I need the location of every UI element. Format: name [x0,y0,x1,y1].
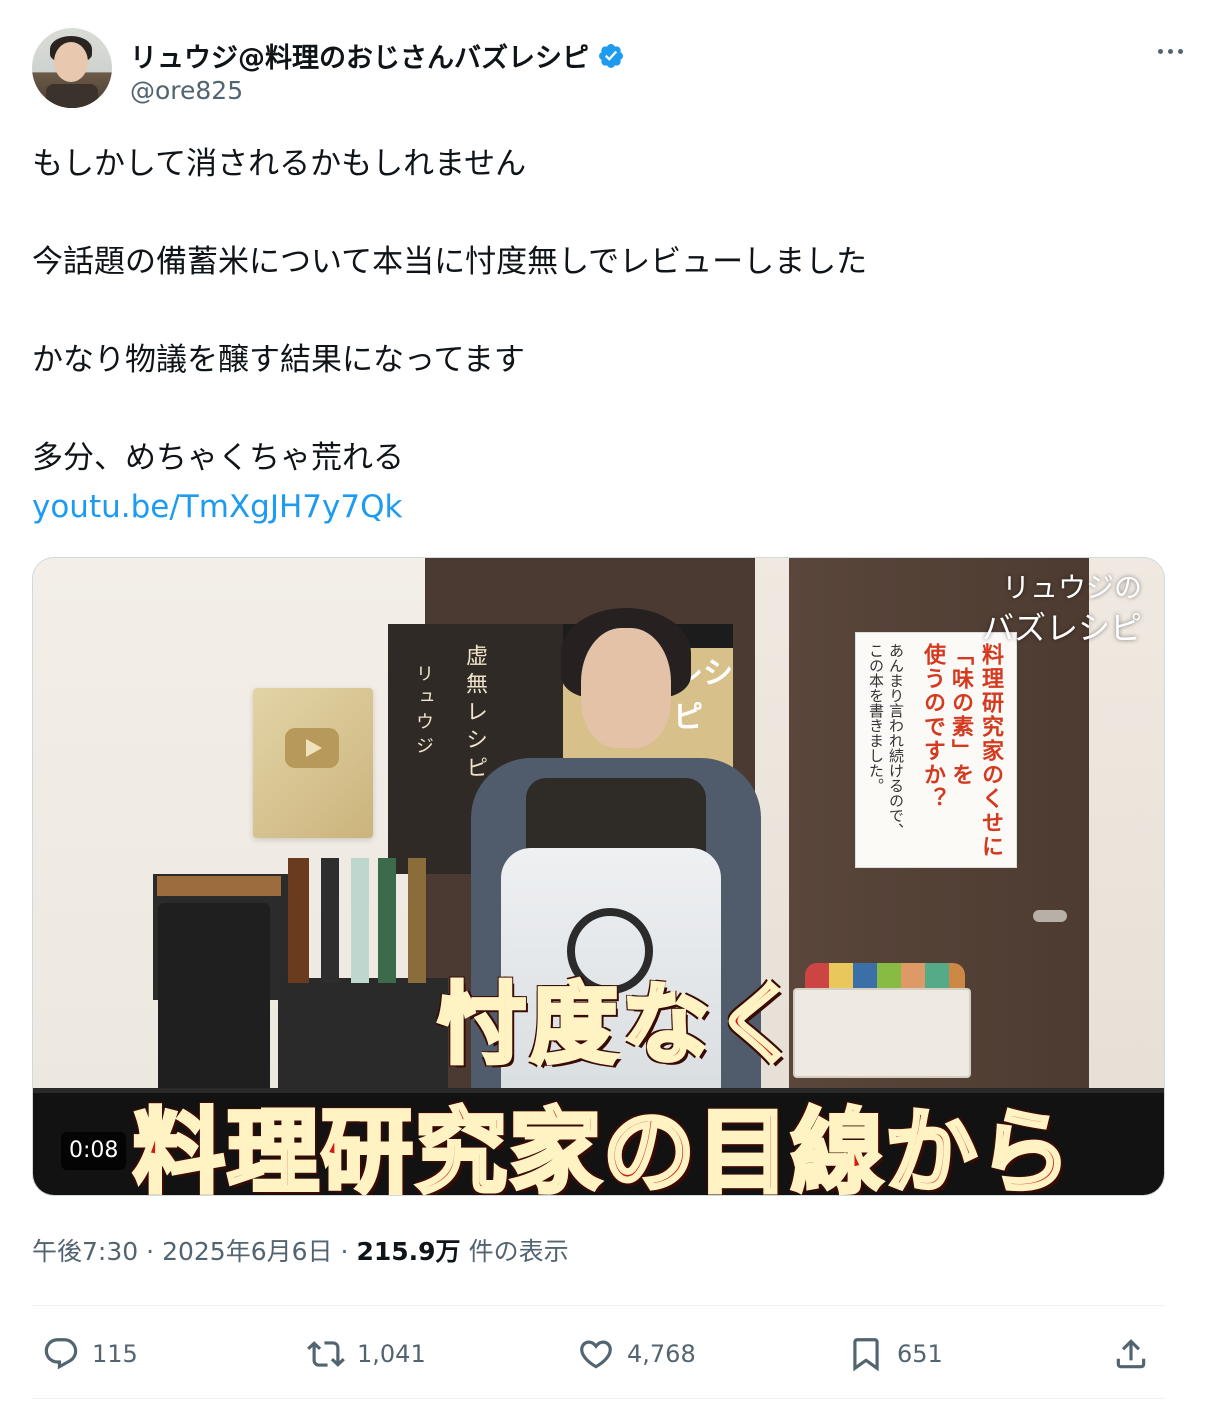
poster-line: 使うのですか？ [920,643,945,811]
watermark-line1: リュウジの [1001,571,1142,604]
divider [32,1305,1165,1306]
like-count: 4,768 [627,1340,696,1368]
meta-separator: · [340,1237,349,1266]
reply-icon [44,1338,78,1370]
basket [793,988,971,1078]
bookmark-count: 651 [897,1340,943,1368]
tweet-header: リュウジ@料理のおじさんバズレシピ @ore825 [32,28,1192,110]
more-dot [1167,48,1173,54]
bookmark-icon [853,1338,879,1372]
door-knob [1033,910,1067,922]
tweet-line-blank [32,189,1172,238]
youtube-link[interactable]: youtu.be/TmXgJH7y7Qk [32,489,402,525]
bookmark-button[interactable]: 651 [847,1330,943,1378]
action-bar: 115 1,041 4,768 651 [32,1322,1165,1386]
channel-watermark: リュウジの バズレシピ [982,568,1142,648]
view-count: 215.9万 [356,1237,461,1266]
share-button[interactable] [1112,1330,1150,1378]
video-caption-line2: 料理研究家の目線から [131,1097,1074,1196]
retweet-count: 1,041 [357,1340,426,1368]
tweet-line: 多分、めちゃくちゃ荒れる [32,440,404,476]
bottles [288,858,438,983]
like-button[interactable]: 4,768 [577,1330,696,1378]
more-dot [1157,48,1163,54]
avatar-apron [46,84,98,108]
poster-line: あんまり言われ続けるので、 [887,643,905,838]
avatar-face [54,42,88,82]
ajinomoto-poster: 料理研究家のくせに 「味の素」を 使うのですか？ あんまり言われ続けるので、 こ… [855,632,1017,868]
tweet-meta: 午後7:30 · 2025年6月6日 · 215.9万 件の表示 [32,1232,569,1268]
poster-line: 料理研究家のくせに [978,643,1003,859]
play-button-plaque [253,688,373,838]
avatar[interactable] [32,28,112,108]
share-icon [1116,1339,1146,1369]
retweet-button[interactable]: 1,041 [307,1330,426,1378]
retweet-icon [307,1341,345,1367]
heart-icon [580,1340,612,1369]
tweet-line-blank [32,385,1172,434]
watermark-line2: バズレシピ [981,609,1142,647]
presenter-head [581,628,671,748]
more-dot [1177,48,1183,54]
tweet-time[interactable]: 午後7:30 [32,1232,138,1268]
reply-count: 115 [92,1340,138,1368]
poster-line: 「味の素」を [948,643,973,787]
view-label: 件の表示 [468,1237,569,1266]
tweet-text: もしかして消されるかもしれません 今話題の備蓄米について本当に忖度無しでレビュー… [32,140,1172,532]
wood-board [157,876,281,896]
reply-button[interactable]: 115 [42,1330,138,1378]
meta-separator: · [146,1237,155,1266]
video-duration-badge: 0:08 [61,1132,127,1170]
user-handle[interactable]: @ore825 [130,76,243,105]
poster-line: この本を書きました。 [867,643,885,793]
verified-badge-icon [599,43,623,68]
video-player[interactable]: 虚無レシピ リュウジ レシピ 料理研究家のくせに 「味の素」を 使うのですか？ … [32,557,1165,1196]
tweet-line: かなり物議を醸す結果になってます [32,342,525,378]
tweet-line: 今話題の備蓄米について本当に忖度無しでレビューしました [32,244,868,280]
more-options-icon[interactable] [1148,36,1192,66]
youtube-play-icon [285,728,339,768]
tweet-line-blank [32,287,1172,336]
video-caption-line1: 忖度なく [436,971,807,1078]
display-name[interactable]: リュウジ@料理のおじさんバズレシピ [130,36,589,75]
tweet-date[interactable]: 2025年6月6日 [162,1232,332,1268]
water-dispenser [158,903,270,1103]
book-poster-author: リュウジ [413,664,434,760]
tweet-line: もしかして消されるかもしれません [32,146,527,182]
name-row: リュウジ@料理のおじさんバズレシピ [130,36,625,75]
divider [32,1398,1165,1399]
